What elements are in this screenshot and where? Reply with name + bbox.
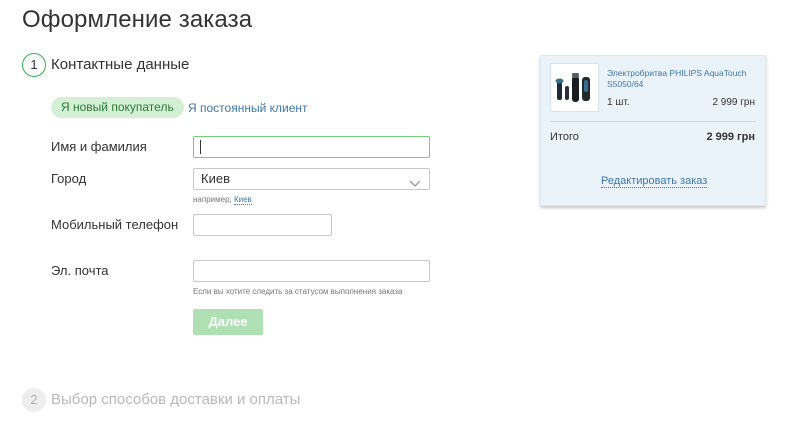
email-hint: Если вы хотите следить за статусом выпол… bbox=[193, 287, 403, 296]
cart-total-value: 2 999 грн bbox=[706, 131, 755, 143]
order-summary: Электробритва PHILIPS AquaTouch S5050/64… bbox=[540, 55, 766, 206]
chevron-down-icon bbox=[409, 174, 421, 194]
shaver-icon[interactable] bbox=[550, 63, 599, 112]
tab-new-customer[interactable]: Я новый покупатель bbox=[51, 97, 184, 118]
divider bbox=[550, 121, 756, 122]
cart-total-label: Итого bbox=[550, 131, 579, 143]
cart-item-price: 2 999 грн bbox=[712, 97, 755, 108]
email-field[interactable] bbox=[193, 260, 430, 282]
email-label: Эл. почта bbox=[51, 263, 109, 278]
city-hint: например, Киев bbox=[193, 195, 252, 205]
text-caret bbox=[200, 140, 201, 154]
name-field[interactable] bbox=[193, 136, 430, 158]
page-title: Оформление заказа bbox=[22, 6, 253, 33]
next-button[interactable]: Далее bbox=[193, 309, 263, 335]
cart-product-link[interactable]: Электробритва PHILIPS AquaTouch S5050/64 bbox=[607, 68, 757, 90]
city-hint-prefix: например, bbox=[193, 195, 234, 204]
edit-order-link[interactable]: Редактировать заказ bbox=[601, 175, 708, 188]
tab-returning-customer[interactable]: Я постоянный клиент bbox=[188, 101, 308, 115]
cart-quantity: 1 шт. bbox=[607, 97, 630, 108]
phone-field[interactable] bbox=[193, 214, 332, 236]
step-1-number: 1 bbox=[22, 53, 46, 77]
name-label: Имя и фамилия bbox=[51, 139, 147, 154]
phone-label: Мобильный телефон bbox=[51, 217, 179, 232]
step-2-title: Выбор способов доставки и оплаты bbox=[51, 391, 301, 408]
step-1-title: Контактные данные bbox=[51, 56, 190, 73]
city-select[interactable]: Киев bbox=[193, 168, 430, 190]
city-hint-link[interactable]: Киев bbox=[233, 195, 252, 205]
step-2-number: 2 bbox=[22, 388, 46, 412]
city-value: Киев bbox=[201, 171, 230, 186]
city-label: Город bbox=[51, 171, 87, 186]
